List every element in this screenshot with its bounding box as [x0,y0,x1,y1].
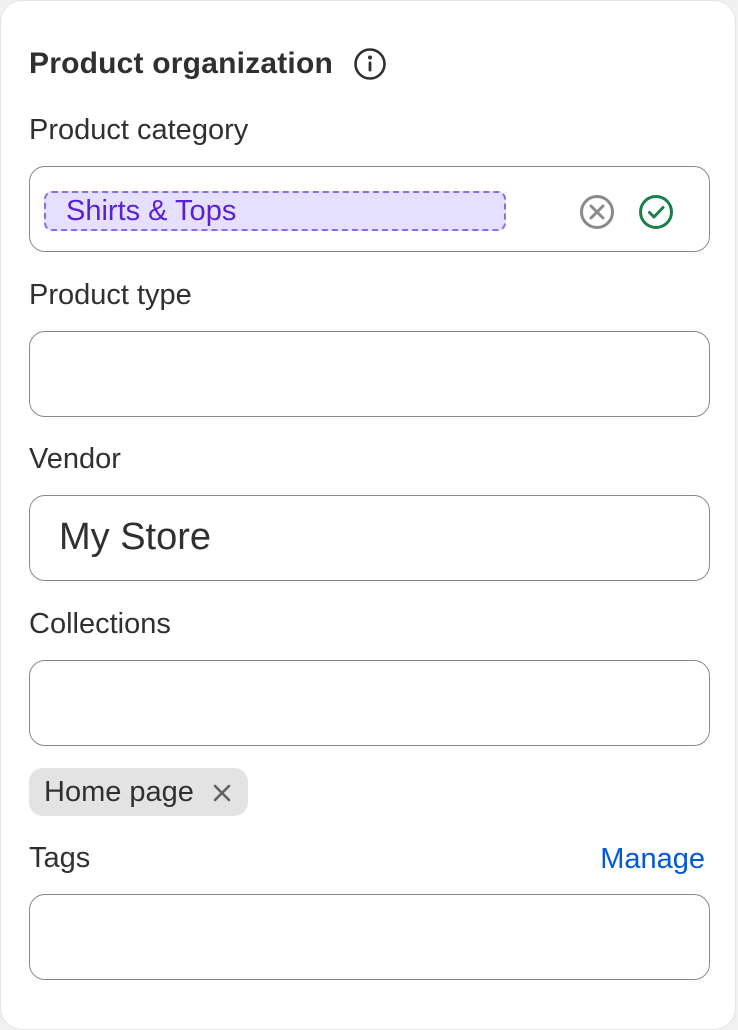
x-circle-icon[interactable] [578,193,616,231]
section-header: Product organization [29,45,387,83]
manage-tags-link[interactable]: Manage [600,843,705,876]
tags-label: Tags [29,842,91,874]
vendor-value: My Store [59,516,212,558]
check-circle-icon[interactable] [637,193,675,231]
category-suggestion-text: Shirts & Tops [66,195,237,227]
section-title: Product organization [29,47,333,80]
collections-label: Collections [29,608,171,640]
vendor-label: Vendor [29,443,121,475]
product-organization-card: Product organization Product category Sh… [0,0,736,1030]
product-category-field[interactable]: Shirts & Tops [29,166,710,252]
collection-chip-label: Home page [44,775,194,808]
collection-chip-home-page: Home page [29,768,248,816]
tags-input[interactable] [29,894,710,980]
category-suggestion-chip[interactable]: Shirts & Tops [44,191,506,231]
vendor-input[interactable]: My Store [29,495,710,581]
product-type-input[interactable] [29,331,710,417]
product-category-label: Product category [29,114,249,146]
info-icon[interactable] [353,47,387,81]
x-icon[interactable] [210,780,234,804]
collections-input[interactable] [29,660,710,746]
product-type-label: Product type [29,279,192,311]
